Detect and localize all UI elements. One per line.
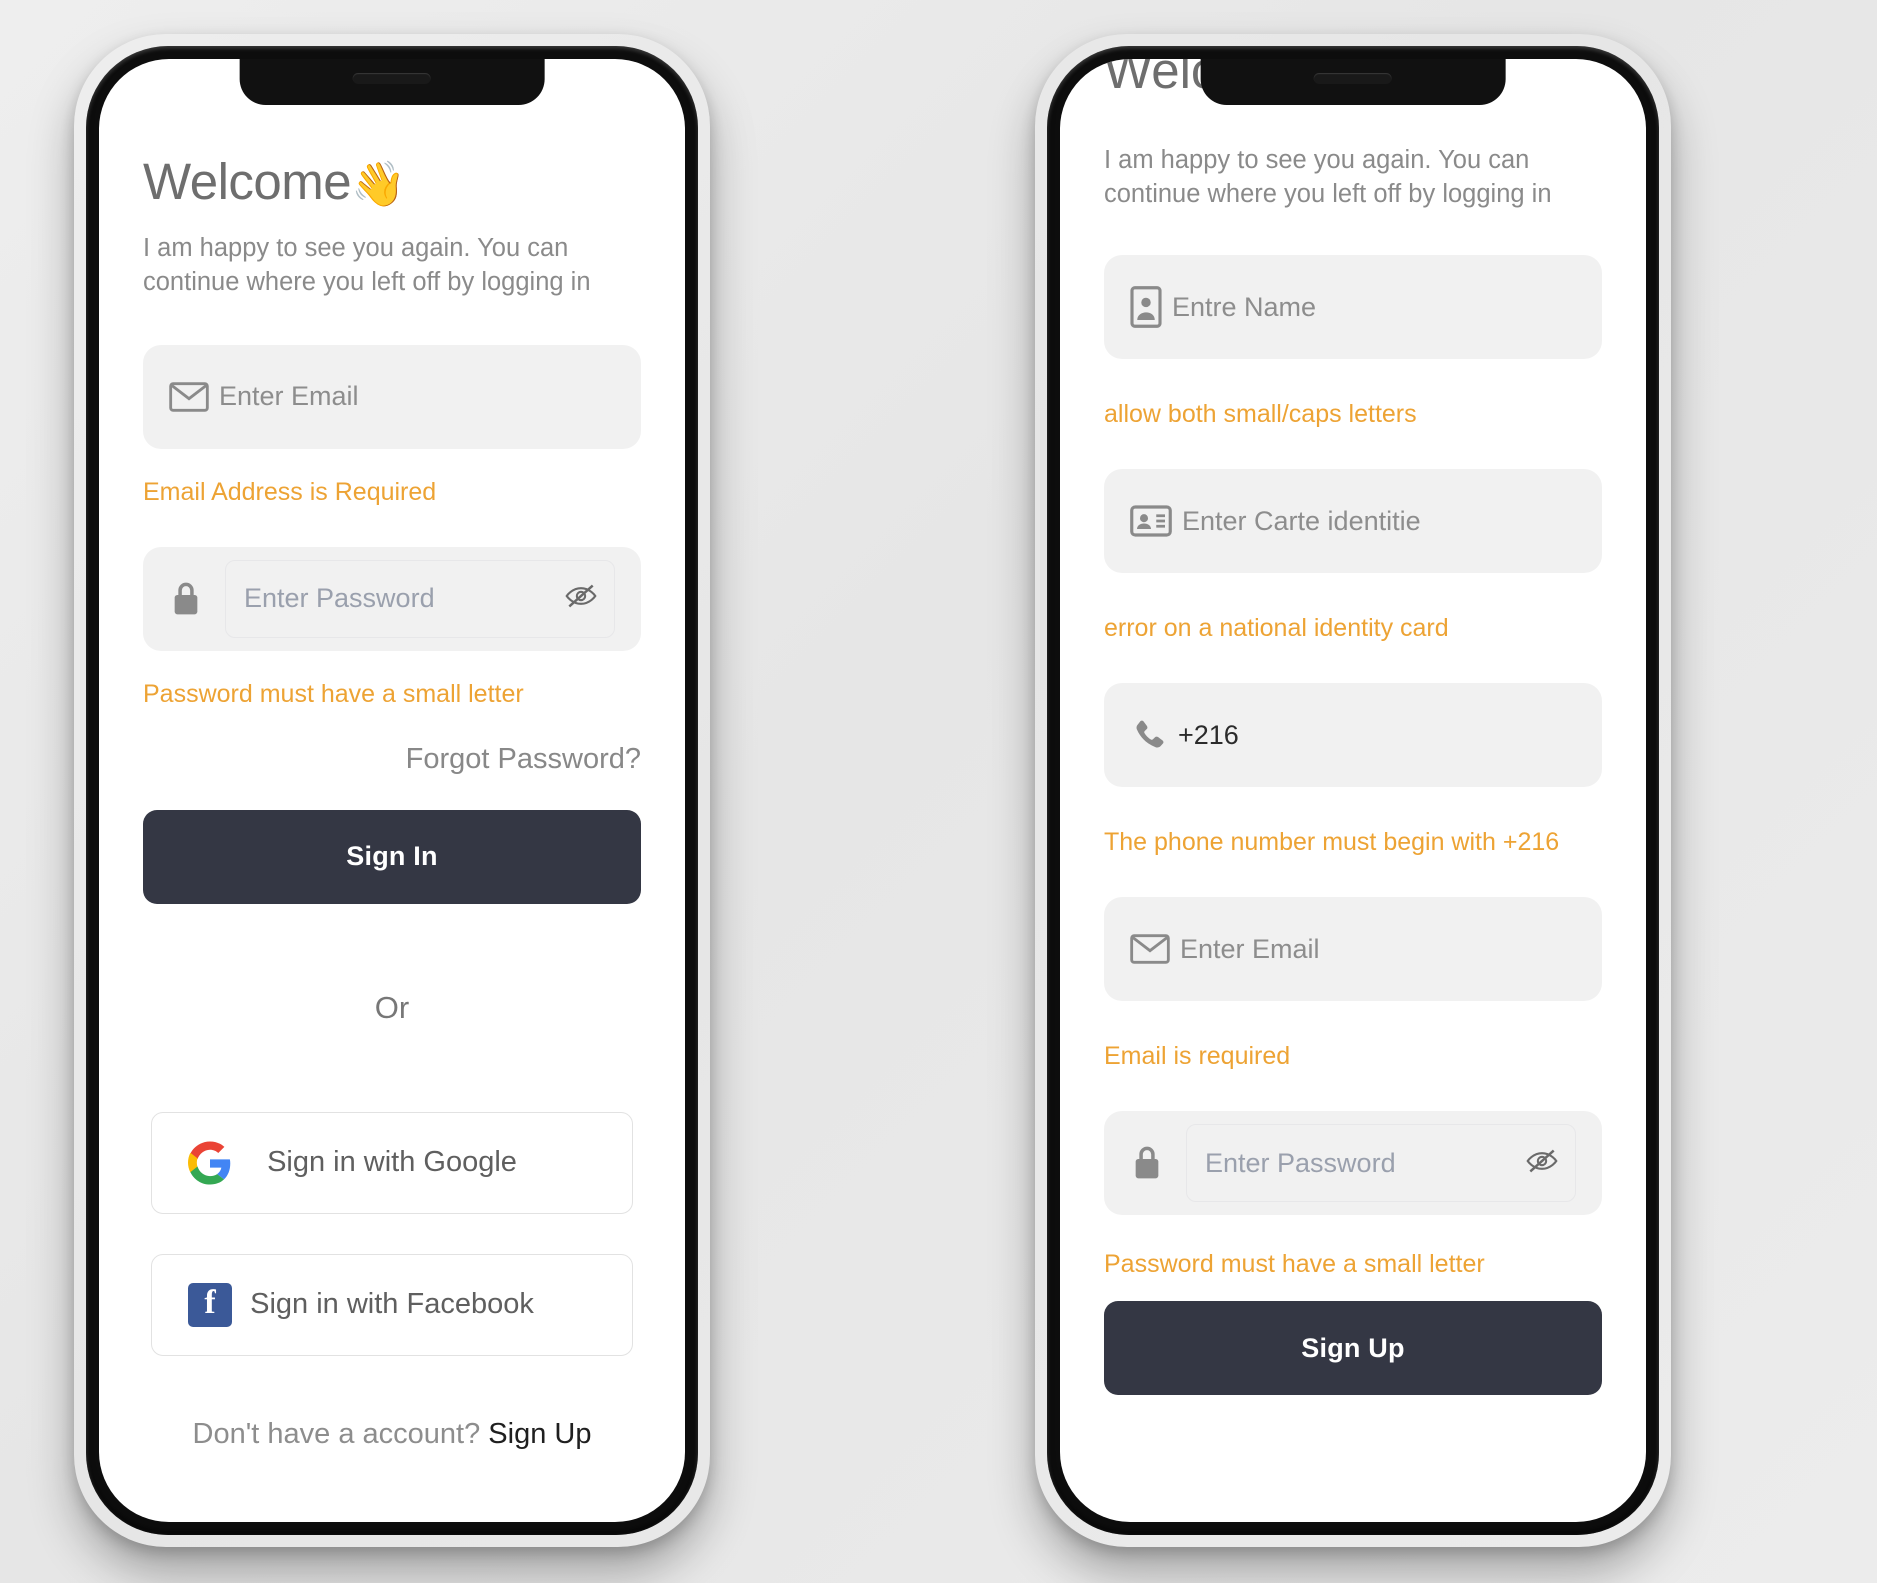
page-title-text: Welcome: [143, 153, 352, 210]
sign-in-button[interactable]: Sign In: [143, 809, 641, 904]
page-subtitle: I am happy to see you again. You can con…: [1104, 143, 1602, 212]
signin-screen: Welcome👋 I am happy to see you again. Yo…: [99, 59, 685, 1522]
name-input[interactable]: Entre Name: [1104, 255, 1602, 359]
password-input[interactable]: Enter Password: [143, 546, 641, 651]
earpiece-speaker: [353, 73, 431, 84]
phone-mockup-signup: Welcome I am happy to see you again. You…: [1035, 34, 1671, 1547]
name-error-message: allow both small/caps letters: [1104, 400, 1417, 428]
identity-card-error-message: error on a national identity card: [1104, 614, 1449, 642]
lock-icon: [1130, 1143, 1164, 1183]
screenshot-canvas: Welcome👋 I am happy to see you again. Yo…: [0, 0, 1877, 1583]
email-input[interactable]: Enter Email: [143, 344, 641, 449]
sign-in-google-label: Sign in with Google: [267, 1146, 517, 1179]
password-input-placeholder: Enter Password: [244, 583, 435, 614]
password-input-inner[interactable]: Enter Password: [1186, 1124, 1576, 1202]
email-input[interactable]: Enter Email: [1104, 897, 1602, 1001]
envelope-icon: [169, 382, 209, 412]
phone-bezel: Welcome I am happy to see you again. You…: [1047, 46, 1659, 1535]
eye-off-icon[interactable]: [1525, 1148, 1559, 1179]
lock-icon: [169, 579, 203, 619]
password-error-message: Password must have a small letter: [143, 679, 524, 708]
password-error-message: Password must have a small letter: [1104, 1250, 1485, 1278]
phone-notch: [239, 59, 545, 105]
signup-content: Entre Name allow both small/caps letters: [1060, 59, 1646, 1522]
email-input-placeholder: Enter Email: [1180, 933, 1320, 964]
phone-notch: [1200, 59, 1506, 105]
eye-off-icon[interactable]: [564, 583, 598, 614]
sign-in-facebook-label: Sign in with Facebook: [250, 1288, 534, 1321]
identity-card-input[interactable]: Enter Carte identitie: [1104, 469, 1602, 573]
phone-input[interactable]: +216: [1104, 683, 1602, 787]
phone-mockup-signin: Welcome👋 I am happy to see you again. Yo…: [74, 34, 710, 1547]
signup-prompt: Don't have a account? Sign Up: [143, 1418, 641, 1451]
page-subtitle: I am happy to see you again. You can con…: [143, 233, 591, 296]
password-input-placeholder: Enter Password: [1205, 1147, 1396, 1178]
waving-hand-icon: 👋: [351, 160, 406, 209]
password-input-inner[interactable]: Enter Password: [225, 559, 615, 638]
id-card-icon: [1130, 505, 1172, 537]
signin-content: Welcome👋 I am happy to see you again. Yo…: [99, 59, 685, 1522]
sign-up-button[interactable]: Sign Up: [1104, 1301, 1602, 1395]
earpiece-speaker: [1314, 73, 1392, 84]
envelope-icon: [1130, 934, 1170, 964]
facebook-icon: f: [186, 1281, 234, 1329]
signup-prompt-text: Don't have a account?: [192, 1417, 481, 1450]
sign-up-link[interactable]: Sign Up: [488, 1418, 591, 1450]
identity-card-input-placeholder: Enter Carte identitie: [1182, 505, 1421, 536]
password-input[interactable]: Enter Password: [1104, 1111, 1602, 1215]
phone-bezel: Welcome👋 I am happy to see you again. Yo…: [86, 46, 698, 1535]
email-error-message: Email is required: [1104, 1042, 1291, 1070]
contact-card-icon: [1130, 286, 1162, 328]
sign-in-facebook-button[interactable]: f Sign in with Facebook: [151, 1253, 633, 1356]
email-error-message: Email Address is Required: [143, 477, 437, 506]
name-input-placeholder: Entre Name: [1172, 291, 1317, 322]
email-input-placeholder: Enter Email: [219, 381, 359, 412]
signup-screen: Welcome I am happy to see you again. You…: [1060, 59, 1646, 1522]
facebook-glyph: f: [188, 1282, 232, 1327]
phone-error-message: The phone number must begin with +216: [1104, 828, 1560, 856]
forgot-password-link[interactable]: Forgot Password?: [143, 743, 641, 776]
phone-icon: [1130, 716, 1168, 754]
sign-in-google-button[interactable]: Sign in with Google: [151, 1111, 633, 1214]
divider-label: Or: [374, 989, 410, 1025]
page-title: Welcome👋: [143, 155, 641, 209]
google-icon: [186, 1139, 234, 1187]
phone-input-value: +216: [1178, 719, 1239, 750]
